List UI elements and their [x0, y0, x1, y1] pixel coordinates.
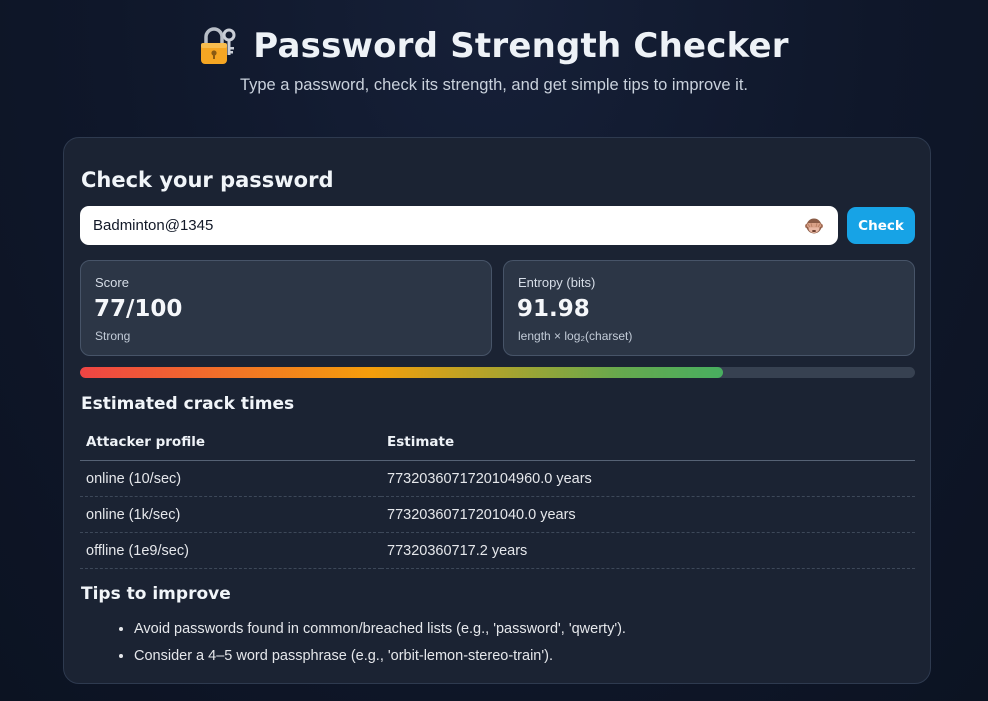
table-row: online (1k/sec) 77320360717201040.0 year… — [80, 496, 915, 533]
page-header: Password Strength Checker Type a passwor… — [0, 20, 988, 95]
estimate-cell: 77320360717.2 years — [381, 532, 915, 569]
password-field-wrapper — [80, 206, 838, 245]
crack-times-table: Attacker profile Estimate online (10/sec… — [80, 424, 915, 569]
title-row: Password Strength Checker — [0, 20, 988, 72]
estimate-cell: 77320360717201040.0 years — [381, 496, 915, 533]
profile-cell: offline (1e9/sec) — [80, 532, 381, 569]
see-no-evil-monkey-icon[interactable] — [804, 216, 824, 236]
score-label: Score — [95, 275, 129, 290]
check-button[interactable]: Check — [847, 207, 915, 244]
lock-with-key-icon — [201, 27, 236, 64]
page-subtitle: Type a password, check its strength, and… — [239, 76, 749, 94]
table-header-row: Attacker profile Estimate — [80, 424, 915, 461]
table-row: offline (1e9/sec) 77320360717.2 years — [80, 532, 915, 569]
column-header-estimate: Estimate — [381, 424, 915, 461]
tips-heading: Tips to improve — [81, 584, 231, 604]
entropy-value: 91.98 — [517, 296, 590, 322]
score-box: Score 77/100 Strong — [80, 260, 492, 356]
profile-cell: online (1k/sec) — [80, 496, 381, 533]
column-header-profile: Attacker profile — [80, 424, 381, 461]
list-item: Consider a 4–5 word passphrase (e.g., 'o… — [134, 643, 626, 670]
score-rating: Strong — [95, 329, 131, 343]
entropy-label: Entropy (bits) — [518, 275, 596, 290]
tips-list: Avoid passwords found in common/breached… — [116, 616, 626, 670]
entropy-formula: length × log₂(charset) — [518, 329, 633, 343]
strength-meter — [80, 367, 915, 378]
profile-cell: online (10/sec) — [80, 460, 381, 497]
estimate-cell: 7732036071720104960.0 years — [381, 460, 915, 497]
entropy-box: Entropy (bits) 91.98 length × log₂(chars… — [503, 260, 915, 356]
table-row: online (10/sec) 7732036071720104960.0 ye… — [80, 460, 915, 497]
strength-meter-fill — [80, 367, 723, 378]
score-value: 77/100 — [94, 296, 183, 322]
crack-times-heading: Estimated crack times — [81, 394, 295, 414]
card-heading: Check your password — [81, 168, 334, 192]
checker-card: Check your password Check Score 77/100 S… — [63, 137, 931, 684]
page-title: Password Strength Checker — [253, 26, 789, 66]
password-input[interactable] — [80, 206, 780, 245]
list-item: Avoid passwords found in common/breached… — [134, 616, 626, 643]
